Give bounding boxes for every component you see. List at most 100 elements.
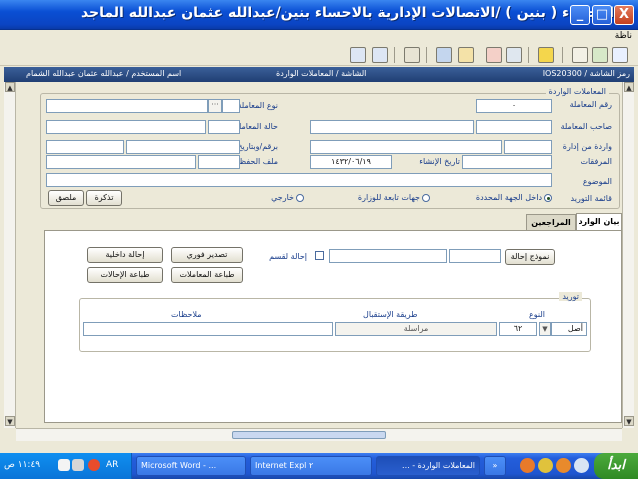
close-button[interactable]: X bbox=[614, 5, 634, 25]
receive-method-field[interactable]: مراسلة bbox=[335, 322, 497, 336]
type-dropdown-icon[interactable]: ▼ bbox=[539, 322, 551, 336]
taskbar-internet-explorer[interactable]: Internet Expl ٢ bbox=[250, 456, 372, 476]
count-field[interactable]: ٦٢ bbox=[499, 322, 537, 336]
screen-path: الشاشة / المعاملات الواردة bbox=[276, 69, 367, 78]
horizontal-scroll-thumb[interactable] bbox=[232, 431, 386, 439]
minimize-button[interactable]: _ bbox=[570, 5, 590, 25]
radio-internal[interactable] bbox=[544, 194, 552, 202]
language-indicator[interactable]: AR bbox=[106, 460, 118, 470]
toolbar-search-icon[interactable] bbox=[372, 47, 388, 63]
ref-date-field[interactable] bbox=[126, 140, 240, 154]
volume-icon[interactable] bbox=[72, 459, 84, 471]
menu-help[interactable]: ناظة bbox=[615, 31, 632, 41]
system-tray: ١١:٤٩ ص AR bbox=[0, 453, 132, 479]
scroll-up-icon[interactable]: ▲ bbox=[624, 82, 634, 92]
transaction-no-field[interactable]: ٠ bbox=[476, 99, 552, 113]
save-file-field[interactable] bbox=[46, 155, 196, 169]
left-scrollbar[interactable]: ▲ ▼ bbox=[4, 82, 16, 428]
referral-template-button[interactable]: نموذج إحالة bbox=[505, 249, 555, 265]
clock: ١١:٤٩ ص bbox=[4, 460, 41, 470]
internal-referral-button[interactable]: إحالة داخلية bbox=[87, 247, 163, 263]
firefox-icon[interactable] bbox=[556, 458, 571, 473]
toolbar-mail-icon[interactable] bbox=[506, 47, 522, 63]
radio-external[interactable] bbox=[296, 194, 304, 202]
toolbar-help-icon[interactable] bbox=[612, 47, 628, 63]
toolbar-separator bbox=[394, 47, 395, 63]
status-code-field[interactable] bbox=[208, 120, 240, 134]
scroll-down-icon[interactable]: ▼ bbox=[5, 416, 15, 426]
toolbar-separator bbox=[528, 47, 529, 63]
transaction-type-label: نوع المعاملة bbox=[237, 101, 278, 110]
owner-id-field[interactable] bbox=[476, 120, 552, 134]
media-player-icon[interactable] bbox=[520, 458, 535, 473]
attachments-label: المرفقات bbox=[580, 157, 612, 166]
toolbar-exit-icon[interactable] bbox=[350, 47, 366, 63]
radio-external-label: خارجي bbox=[271, 193, 294, 202]
toolbar bbox=[0, 44, 638, 66]
horizontal-scrollbar[interactable] bbox=[16, 428, 622, 441]
refer-dept-code-field[interactable] bbox=[449, 249, 501, 263]
save-file-code-field[interactable] bbox=[198, 155, 240, 169]
scroll-up-icon[interactable]: ▲ bbox=[5, 82, 15, 92]
show-desktop-icon[interactable] bbox=[574, 458, 589, 473]
owner-label: صاحب المعاملة bbox=[560, 122, 612, 131]
taskbar-more-button[interactable]: » bbox=[484, 456, 506, 476]
taskbar-microsoft-word[interactable]: Microsoft Word - ... bbox=[136, 456, 246, 476]
transaction-type-code-field[interactable] bbox=[222, 99, 240, 113]
network-icon[interactable] bbox=[58, 459, 70, 471]
ref-number-field[interactable] bbox=[46, 140, 124, 154]
tab-incoming-details[interactable]: بيان الوارد bbox=[576, 213, 622, 230]
radio-affiliated[interactable] bbox=[422, 194, 430, 202]
subject-label: الموضوع bbox=[582, 177, 612, 186]
window-title: الاحساء ( بنين ) /الاتصالات الإدارية بال… bbox=[80, 5, 614, 21]
incoming-group-title: المعاملات الواردة bbox=[545, 87, 609, 96]
toolbar-edit-icon[interactable] bbox=[538, 47, 554, 63]
poster-button[interactable]: ملصق bbox=[48, 190, 84, 206]
transaction-type-lookup-button[interactable]: ··· bbox=[208, 99, 222, 113]
security-icon[interactable] bbox=[88, 459, 100, 471]
type-field[interactable]: أصل bbox=[551, 322, 587, 336]
toolbar-attach-icon[interactable] bbox=[458, 47, 474, 63]
notes-header: ملاحظات bbox=[171, 310, 202, 319]
toolbar-refresh-icon[interactable] bbox=[592, 47, 608, 63]
print-referrals-button[interactable]: طباعة الإحالات bbox=[87, 267, 163, 283]
tab-reviewers[interactable]: المراجعين bbox=[526, 214, 576, 230]
created-date-label: تاريخ الإنشاء bbox=[419, 157, 460, 166]
screen-code: IOS20300 / رمز الشاشة bbox=[542, 69, 630, 78]
menu-bar: ناظة bbox=[0, 30, 638, 44]
from-dept-code-field[interactable] bbox=[504, 140, 552, 154]
toolbar-print-icon[interactable] bbox=[436, 47, 452, 63]
toolbar-separator bbox=[562, 47, 563, 63]
window-titlebar[interactable]: الاحساء ( بنين ) /الاتصالات الإدارية بال… bbox=[0, 0, 638, 30]
type-header: النوع bbox=[529, 310, 545, 319]
attachments-field[interactable] bbox=[462, 155, 552, 169]
owner-name-field[interactable] bbox=[310, 120, 474, 134]
screen-info-bar: IOS20300 / رمز الشاشة الشاشة / المعاملات… bbox=[4, 67, 634, 82]
immediate-export-button[interactable]: تصدير فوري bbox=[171, 247, 243, 263]
start-button[interactable]: ابدأ bbox=[594, 453, 638, 479]
maximize-button[interactable]: □ bbox=[592, 5, 612, 25]
from-dept-field[interactable] bbox=[310, 140, 502, 154]
toolbar-delete-icon[interactable] bbox=[486, 47, 502, 63]
radio-internal-label: داخل الجهة المحددة bbox=[475, 193, 542, 202]
toolbar-new-icon[interactable] bbox=[572, 47, 588, 63]
status-field[interactable] bbox=[46, 120, 206, 134]
refer-dept-label: إحالة لقسم bbox=[269, 252, 307, 261]
right-scrollbar[interactable]: ▲ ▼ bbox=[622, 82, 634, 428]
subject-field[interactable] bbox=[46, 173, 552, 187]
refer-dept-field[interactable] bbox=[329, 249, 447, 263]
notes-field[interactable] bbox=[83, 322, 333, 336]
chrome-icon[interactable] bbox=[538, 458, 553, 473]
memo-button[interactable]: تذكرة bbox=[86, 190, 122, 206]
refer-dept-checkbox[interactable] bbox=[315, 251, 324, 260]
print-transactions-button[interactable]: طباعة المعاملات bbox=[171, 267, 243, 283]
toolbar-save-icon[interactable] bbox=[404, 47, 420, 63]
form-area: المعاملات الواردة رقم المعاملة ٠ نوع الم… bbox=[16, 82, 622, 428]
created-date-field[interactable]: ١٤٣٢/٠٦/١٩ bbox=[310, 155, 392, 169]
user-name: اسم المستخدم / عبدالله عثمان عبدالله الش… bbox=[26, 69, 182, 78]
taskbar-incoming-transactions[interactable]: المعاملات الواردة - ... bbox=[376, 456, 480, 476]
transaction-type-field[interactable] bbox=[46, 99, 208, 113]
status-label: حالة المعاملة bbox=[234, 122, 278, 131]
scroll-down-icon[interactable]: ▼ bbox=[624, 416, 634, 426]
radio-affiliated-label: جهات تابعة للوزارة bbox=[357, 193, 420, 202]
